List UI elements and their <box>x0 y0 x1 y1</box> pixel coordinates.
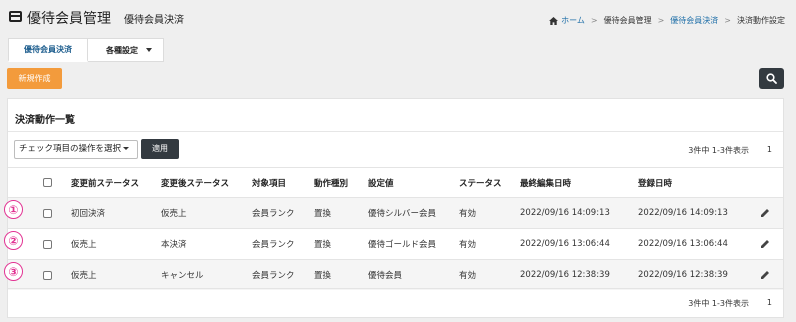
cell-before-status: 仮売上 <box>71 271 97 281</box>
cell-before-status: 仮売上 <box>71 240 97 250</box>
cell-action-type: 置換 <box>314 271 332 281</box>
cell-updated-at: 2022/09/16 14:09:13 <box>520 208 610 218</box>
tab-settings-dropdown[interactable]: 各種設定 <box>88 38 164 62</box>
page-title: 優待会員管理 <box>27 11 111 27</box>
divider <box>8 288 783 289</box>
cell-target-item: 会員ランク <box>252 209 295 219</box>
payment-action-panel: 決済動作一覧 チェック項目の操作を選択 適用 3件中 1-3件表示 1 変更前ス… <box>7 98 784 318</box>
column-header[interactable]: 最終編集日時 <box>520 168 571 197</box>
caret-down-icon <box>146 48 152 52</box>
cell-setting-value: 優待会員 <box>368 271 403 281</box>
pencil-icon <box>761 209 769 217</box>
table-row[interactable]: 初回決済 仮売上 会員ランク 置換 優待シルバー会員 有効 2022/09/16… <box>8 197 783 228</box>
row-edit-button[interactable] <box>760 198 770 228</box>
row-checkbox[interactable] <box>43 208 52 218</box>
cell-updated-at: 2022/09/16 12:38:39 <box>520 270 610 280</box>
column-header[interactable]: ステータス <box>459 168 502 197</box>
pagination-page-1-bottom[interactable]: 1 <box>767 298 772 307</box>
breadcrumb-item-current: 決済動作設定 <box>737 16 785 25</box>
cell-created-at: 2022/09/16 14:09:13 <box>638 208 728 218</box>
cell-after-status: キャンセル <box>161 271 204 281</box>
row-checkbox[interactable] <box>43 239 52 249</box>
column-header[interactable]: 変更前ステータス <box>71 168 139 197</box>
pagination-page-1[interactable]: 1 <box>767 145 772 154</box>
cell-setting-value: 優待シルバー会員 <box>368 209 437 219</box>
row-select-cell <box>43 229 52 259</box>
apply-button[interactable]: 適用 <box>141 139 179 159</box>
table-header-row: 変更前ステータス 変更後ステータス 対象項目 動作種別 設定値 ステータス 最終… <box>8 167 783 197</box>
cell-target-item: 会員ランク <box>252 271 295 281</box>
breadcrumb-separator: > <box>657 16 665 25</box>
caret-down-icon <box>123 147 130 150</box>
cell-created-at: 2022/09/16 13:06:44 <box>638 239 728 249</box>
column-header[interactable]: 変更後ステータス <box>161 168 229 197</box>
pencil-icon <box>761 240 769 248</box>
tab-bar: 優待会員決済 各種設定 <box>8 38 164 62</box>
breadcrumb-separator: > <box>724 16 731 25</box>
card-icon <box>9 11 22 22</box>
row-checkbox[interactable] <box>43 270 52 280</box>
row-select-cell <box>43 260 52 290</box>
search-icon <box>766 73 777 84</box>
cell-setting-value: 優待ゴールド会員 <box>368 240 437 250</box>
annotation-marker-2: ② <box>4 231 23 250</box>
breadcrumb: ホーム > 優待会員管理 > 優待会員決済 > 決済動作設定 <box>549 15 785 26</box>
cell-updated-at: 2022/09/16 13:06:44 <box>520 239 610 249</box>
annotation-marker-1: ① <box>4 200 23 219</box>
cell-status: 有効 <box>459 240 477 250</box>
breadcrumb-separator: > <box>590 16 598 25</box>
row-select-cell <box>43 198 52 228</box>
page-header: 優待会員管理 優待会員決済 ホーム > 優待会員管理 > 優待会員決済 > 決済… <box>0 0 796 34</box>
home-icon <box>549 16 559 25</box>
select-all-cell <box>43 168 52 197</box>
page-subtitle: 優待会員決済 <box>124 15 184 26</box>
result-count-bottom: 3件中 1-3件表示 <box>688 299 749 308</box>
create-new-button[interactable]: 新規作成 <box>7 68 62 89</box>
breadcrumb-home[interactable]: ホーム <box>561 15 585 26</box>
column-header[interactable]: 対象項目 <box>252 168 286 197</box>
column-header[interactable]: 動作種別 <box>314 168 348 197</box>
row-edit-button[interactable] <box>760 260 770 290</box>
panel-title: 決済動作一覧 <box>15 115 75 126</box>
tab-member-payment[interactable]: 優待会員決済 <box>8 38 88 62</box>
annotation-marker-3: ③ <box>4 262 23 281</box>
payment-action-table: 変更前ステータス 変更後ステータス 対象項目 動作種別 設定値 ステータス 最終… <box>8 167 783 290</box>
divider <box>8 131 783 132</box>
cell-status: 有効 <box>459 271 477 281</box>
column-header[interactable]: 設定値 <box>368 168 394 197</box>
cell-target-item: 会員ランク <box>252 240 295 250</box>
bulk-action-select[interactable]: チェック項目の操作を選択 <box>14 140 138 159</box>
tab-label: 各種設定 <box>106 45 138 55</box>
cell-action-type: 置換 <box>314 240 332 250</box>
cell-action-type: 置換 <box>314 209 332 219</box>
table-row[interactable]: 仮売上 キャンセル 会員ランク 置換 優待会員 有効 2022/09/16 12… <box>8 259 783 290</box>
row-edit-button[interactable] <box>760 229 770 259</box>
cell-created-at: 2022/09/16 12:38:39 <box>638 270 728 280</box>
search-button[interactable] <box>759 68 784 89</box>
select-all-checkbox[interactable] <box>43 178 52 187</box>
bulk-action-select-value: チェック項目の操作を選択 <box>19 144 122 154</box>
cell-after-status: 仮売上 <box>161 209 187 219</box>
tab-label: 優待会員決済 <box>24 45 72 54</box>
column-header[interactable]: 登録日時 <box>638 168 672 197</box>
cell-status: 有効 <box>459 209 477 219</box>
result-count: 3件中 1-3件表示 <box>688 146 749 155</box>
table-row[interactable]: 仮売上 本決済 会員ランク 置換 優待ゴールド会員 有効 2022/09/16 … <box>8 228 783 259</box>
cell-before-status: 初回決済 <box>71 209 106 219</box>
cell-after-status: 本決済 <box>161 240 187 250</box>
breadcrumb-item-member-payment[interactable]: 優待会員決済 <box>670 15 718 26</box>
pencil-icon <box>761 271 769 279</box>
breadcrumb-item-member-management[interactable]: 優待会員管理 <box>604 15 652 26</box>
